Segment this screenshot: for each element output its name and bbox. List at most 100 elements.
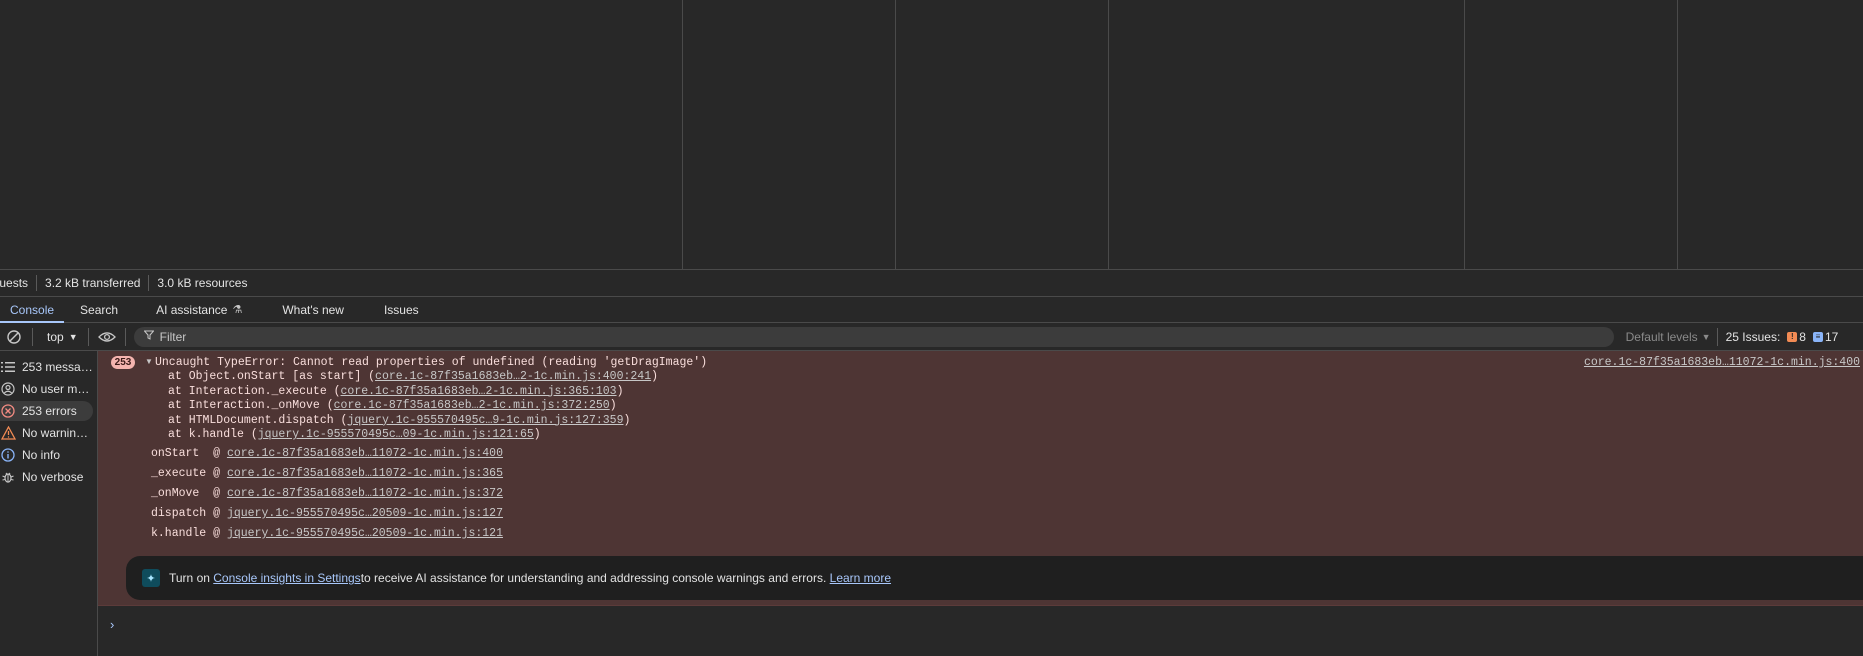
context-label: top [47,329,64,344]
sidebar-item-info[interactable]: No info [0,445,93,465]
transferred-size: 3.2 kB transferred [37,275,150,291]
stack-text: ) [651,370,658,383]
stack-text: ) [533,428,541,441]
sidebar-item-messages[interactable]: 253 messa… [0,357,93,377]
error-source-link[interactable]: core.1c-87f35a1683eb…11072-1c.min.js:400 [1584,356,1860,370]
stack-text: at HTMLDocument.dispatch ( [168,413,348,427]
frame-link[interactable]: core.1c-87f35a1683eb…11072-1c.min.js:400 [227,447,503,460]
frame-link[interactable]: jquery.1c-955570495c…20509-1c.min.js:127 [227,507,503,520]
tab-console[interactable]: Console [0,297,65,323]
error-icon [0,403,16,419]
warning-square-icon: ! [1787,331,1798,342]
console-insights-banner: ✦ Turn on Console insights in Settings t… [126,556,1863,600]
waterfall-grid-line [1677,0,1678,269]
frame-link[interactable]: jquery.1c-955570495c…20509-1c.min.js:121 [227,527,503,540]
sidebar-item-label: No warnin… [22,426,89,440]
list-icon [0,359,16,375]
frame-function: k.handle [151,527,207,540]
waterfall-grid-line [895,0,896,269]
chevron-down-icon: ▼ [1701,331,1711,342]
warning-count: 8 [1799,329,1806,344]
issues-info-count: ≡ 17 [1812,329,1839,344]
stack-text: at k.handle ( [168,428,258,441]
sidebar-item-label: No user m… [22,382,90,396]
tab-issues[interactable]: Issues [374,297,429,322]
frame-function: dispatch [151,507,207,520]
stack-text: ) [609,399,617,412]
flask-icon: ⚗ [232,304,243,316]
learn-more-link[interactable]: Learn more [830,571,891,585]
stack-trace-line: at HTMLDocument.dispatch (jquery.1c-9555… [168,414,630,428]
stack-link[interactable]: core.1c-87f35a1683eb…2-1c.min.js:365:103 [341,385,617,398]
console-toolbar: top ▼ Default levels ▼ 25 Issues: ! 8 ≡ … [0,323,1863,351]
error-repeat-count: 253 [111,356,135,369]
waterfall-grid-line [682,0,683,269]
console-insights-settings-link[interactable]: Console insights in Settings [213,571,360,585]
filter-input[interactable] [159,329,1560,344]
stack-text: at Interaction._execute ( [168,384,341,398]
insight-text: Turn on [169,571,210,585]
issues-label: 25 Issues: [1725,329,1781,344]
frame-link[interactable]: core.1c-87f35a1683eb…11072-1c.min.js:372 [227,487,503,500]
info-icon [0,447,16,463]
bug-icon [0,469,16,485]
issues-counter[interactable]: 25 Issues: ! 8 ≡ 17 [1716,327,1839,346]
console-prompt-chevron-icon[interactable]: › [110,617,114,632]
tab-label: AI assistance [156,302,228,317]
stack-text: ) [616,384,624,398]
stack-link[interactable]: jquery.1c-955570495c…09-1c.min.js:121:65 [258,428,534,441]
waterfall-grid-line [1464,0,1465,269]
network-waterfall [0,0,1863,269]
chevron-down-icon: ▼ [68,331,78,342]
levels-label: Default levels [1625,329,1698,344]
clear-console-icon[interactable] [0,323,28,351]
info-square-icon: ≡ [1812,331,1823,342]
context-selector[interactable]: top ▼ [37,330,84,344]
stack-link[interactable]: core.1c-87f35a1683eb…2-1c.min.js:372:250 [334,399,610,412]
error-text: Uncaught TypeError: Cannot read properti… [155,356,708,369]
eye-icon[interactable] [93,323,121,351]
warning-icon [0,425,16,441]
toolbar-divider [87,327,89,346]
stack-trace-line: at k.handle (jquery.1c-955570495c…09-1c.… [168,428,541,442]
tab-label: What's new [282,302,344,317]
frame-function: onStart [151,447,207,460]
sidebar-item-label: No info [22,448,61,462]
sidebar-item-warnings[interactable]: No warnin… [0,423,93,443]
resources-size: 3.0 kB resources [157,276,248,290]
tab-whats-new[interactable]: What's new [272,297,354,322]
frame-function: _execute [151,467,207,480]
stack-frame-row: onStart @ core.1c-87f35a1683eb…11072-1c.… [151,447,503,460]
frame-function: _onMove [151,487,207,500]
filter-icon [143,330,155,343]
user-circle-icon [0,381,16,397]
stack-link[interactable]: jquery.1c-955570495c…9-1c.min.js:127:359 [347,414,623,427]
stack-trace-line: at Interaction._execute (core.1c-87f35a1… [168,385,623,399]
tab-label: Issues [383,302,419,317]
tab-label: Console [10,302,55,317]
waterfall-grid-line [1108,0,1109,269]
filter-box[interactable] [133,326,1614,347]
error-message[interactable]: 253 ▼ Uncaught TypeError: Cannot read pr… [98,351,1863,606]
console-sidebar: 253 messa… No user m… 253 errors No warn… [0,351,98,656]
stack-text: ) [623,413,631,427]
console-messages: 253 ▼ Uncaught TypeError: Cannot read pr… [98,351,1863,656]
issues-warning-count: ! 8 [1787,330,1806,344]
stack-trace-line: at Interaction._onMove (core.1c-87f35a16… [168,399,617,413]
insight-text: to receive AI assistance for understandi… [360,571,827,585]
sidebar-item-user-messages[interactable]: No user m… [0,379,93,399]
stack-link[interactable]: core.1c-87f35a1683eb…2-1c.min.js:400:241 [375,370,651,383]
tab-ai-assistance[interactable]: AI assistance ⚗ [146,297,252,322]
frame-link[interactable]: core.1c-87f35a1683eb…11072-1c.min.js:365 [227,467,503,480]
expand-triangle-icon[interactable]: ▼ [145,357,153,366]
drawer-tab-bar: Console Search AI assistance ⚗ What's new… [0,297,1863,323]
tab-search[interactable]: Search [70,297,128,322]
sidebar-item-verbose[interactable]: No verbose [0,467,93,487]
toolbar-divider [124,327,126,346]
log-levels-dropdown[interactable]: Default levels ▼ [1620,330,1717,344]
sidebar-item-errors[interactable]: 253 errors [0,401,93,421]
toolbar-divider [32,327,33,346]
info-count: 17 [1824,329,1839,344]
stack-frame-row: dispatch @ jquery.1c-955570495c…20509-1c… [151,507,503,520]
stack-text: at Object.onStart [as start] ( [168,370,376,383]
